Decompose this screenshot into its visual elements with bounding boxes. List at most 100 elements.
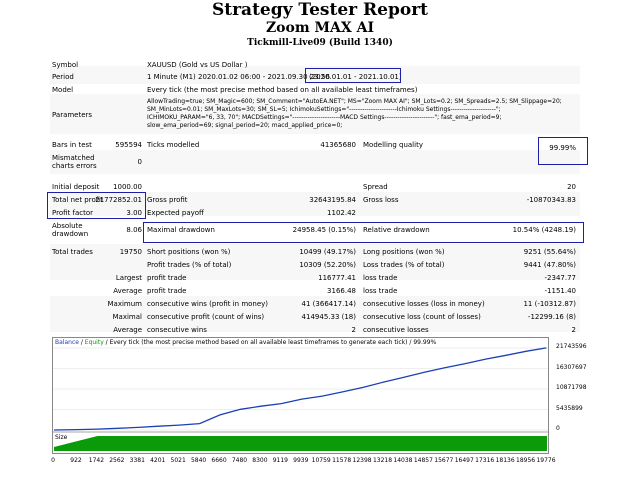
gross-profit-label: Gross profit	[147, 196, 188, 204]
x-tick-label: 12398	[352, 457, 372, 464]
parameters-line: ICHIMOKU_PARAM="6, 33, 70"; MACDSettings…	[147, 114, 502, 121]
max-cons-losses-label: consecutive losses (loss in money)	[363, 300, 485, 308]
profit-trades-label: Profit trades (% of total)	[147, 261, 232, 269]
profit-trades-value: 10309 (52.20%)	[299, 261, 356, 269]
mismatched-label: Mismatched	[52, 154, 95, 162]
x-tick-label: 14857	[413, 457, 433, 464]
gross-loss-label: Gross loss	[363, 196, 399, 204]
size-label: Size	[55, 434, 68, 441]
balance-chart-svg	[53, 347, 548, 451]
bars-value: 595594	[115, 141, 142, 149]
y-tick-label: 5435899	[556, 404, 583, 412]
x-tick-label: 16497	[454, 457, 474, 464]
net-profit-highlight-box	[47, 192, 146, 219]
period-value: 1 Minute (M1) 2020.01.02 06:00 - 2021.09…	[147, 73, 330, 81]
spread-label: Spread	[363, 183, 388, 191]
x-tick-label: 7480	[231, 457, 248, 464]
maximal-cons-profit-value: 414945.33 (18)	[301, 313, 356, 321]
legend-equity: Equity	[84, 339, 104, 346]
period-highlight-box	[305, 68, 401, 83]
chart-legend: Balance / Equity / Every tick (the most …	[55, 339, 436, 346]
x-tick-label: 8300	[252, 457, 268, 464]
server-name: Tickmill-Live09 (Build 1340)	[247, 38, 393, 48]
long-positions-value: 9251 (55.64%)	[523, 248, 576, 256]
largest-loss-label: loss trade	[363, 274, 398, 282]
bars-label: Bars in test	[52, 141, 92, 149]
gross-loss-value: -10870343.83	[526, 196, 576, 204]
average-label: Average	[113, 326, 142, 334]
max-cons-wins-label: consecutive wins (profit in money)	[147, 300, 269, 308]
ticks-label: Ticks modelled	[147, 141, 200, 149]
x-tick-label: 18136	[495, 457, 515, 464]
x-tick-label: 6660	[211, 457, 227, 464]
average-loss-label: loss trade	[363, 287, 398, 295]
x-tick-label: 14038	[393, 457, 413, 464]
mismatched-value: 0	[137, 158, 142, 166]
gross-profit-value: 32643195.84	[309, 196, 356, 204]
drawdown-highlight-box	[143, 222, 584, 243]
x-tick-label: 5021	[170, 457, 186, 464]
average-profit-label: profit trade	[147, 287, 187, 295]
short-positions-value: 10499 (49.17%)	[299, 248, 356, 256]
largest-profit-value: 116777.41	[318, 274, 356, 282]
x-tick-label: 19776	[536, 457, 556, 464]
avg-cons-losses-value: 2	[571, 326, 576, 334]
average-loss-value: -1151.40	[544, 287, 576, 295]
quality-highlight-box	[538, 137, 588, 165]
parameters-line: SM_MinLots=0.01; SM_MaxLots=30; SM_SL=5;…	[147, 106, 501, 113]
x-tick-label: 18956	[516, 457, 536, 464]
y-tick-label: 0	[556, 425, 560, 432]
maximal-label: Maximal	[112, 313, 142, 321]
x-tick-label: 15677	[434, 457, 454, 464]
x-tick-label: 13218	[372, 457, 393, 464]
parameters-line: AllowTrading=true; SM_Magic=600; SM_Comm…	[147, 98, 562, 105]
model-value: Every tick (the most precise method base…	[147, 86, 418, 94]
avg-cons-wins-label: consecutive wins	[147, 326, 207, 334]
y-tick-label: 10871798	[556, 384, 587, 391]
x-tick-label: 10759	[311, 457, 331, 464]
ticks-value: 41365680	[320, 141, 356, 149]
absolute-drawdown-label: drawdown	[52, 230, 89, 238]
quality-label: Modelling quality	[363, 141, 423, 149]
expected-payoff-label: Expected payoff	[147, 209, 204, 217]
x-tick-label: 4201	[150, 457, 166, 464]
report-title: Strategy Tester Report	[211, 0, 429, 20]
avg-cons-wins-value: 2	[351, 326, 356, 334]
long-positions-label: Long positions (won %)	[363, 248, 445, 256]
deposit-label: Initial deposit	[52, 183, 100, 191]
loss-trades-value: 9441 (47.80%)	[523, 261, 576, 269]
maximal-cons-profit-label: consecutive profit (count of wins)	[147, 313, 265, 321]
x-tick-label: 2562	[109, 457, 125, 464]
parameters-line: slow_ema_period=69; signal_period=20; ma…	[147, 122, 343, 129]
absolute-drawdown-label: Absolute	[52, 222, 83, 230]
deposit-value: 1000.00	[113, 183, 142, 191]
x-tick-label: 9119	[272, 457, 288, 464]
average-profit-value: 3166.48	[327, 287, 356, 295]
absolute-drawdown-value: 8.06	[126, 226, 142, 234]
avg-cons-losses-label: consecutive losses	[363, 326, 429, 334]
ea-name: Zoom MAX AI	[265, 20, 375, 36]
mismatched-label: charts errors	[52, 162, 97, 170]
x-tick-label: 11578	[332, 457, 352, 464]
parameters-label: Parameters	[52, 111, 93, 119]
legend-balance: Balance	[55, 339, 79, 346]
x-tick-label: 5840	[190, 457, 207, 464]
short-positions-label: Short positions (won %)	[147, 248, 231, 256]
maximal-cons-loss-value: -12299.16 (8)	[527, 313, 576, 321]
average-label: Average	[113, 287, 142, 295]
legend-description: / Every tick (the most precise method ba…	[103, 339, 437, 346]
model-label: Model	[52, 86, 74, 94]
max-cons-wins-value: 41 (366417.14)	[301, 300, 356, 308]
largest-profit-label: profit trade	[147, 274, 187, 282]
loss-trades-label: Loss trades (% of total)	[363, 261, 445, 269]
symbol-value: XAUUSD (Gold vs US Dollar )	[147, 61, 248, 69]
x-tick-label: 0	[51, 457, 55, 464]
total-trades-value: 19750	[119, 248, 142, 256]
size-area	[54, 436, 547, 451]
largest-loss-value: -2347.77	[544, 274, 576, 282]
symbol-label: Symbol	[52, 61, 79, 69]
largest-label: Largest	[115, 274, 142, 282]
y-tick-label: 16307697	[556, 363, 587, 371]
x-tick-label: 1742	[88, 457, 105, 464]
x-tick-label: 9939	[293, 457, 309, 464]
